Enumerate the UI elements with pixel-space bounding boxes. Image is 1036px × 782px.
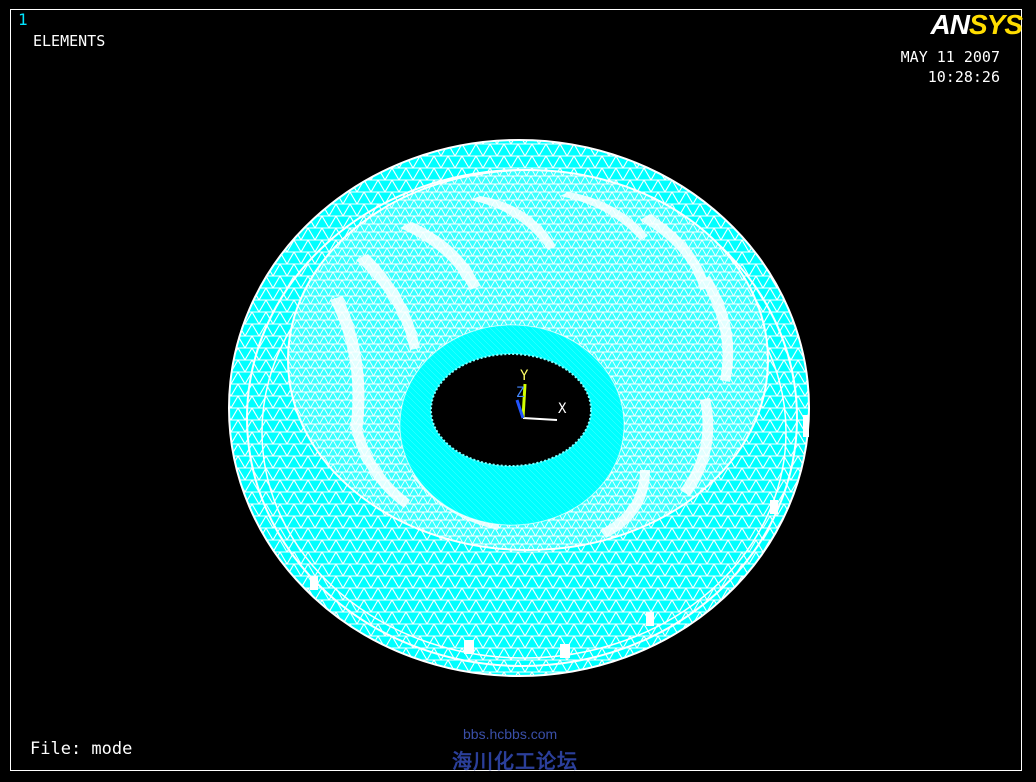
z-axis-label: Z bbox=[516, 385, 524, 401]
x-axis-label: X bbox=[558, 401, 567, 417]
plot-time: 10:28:26 bbox=[927, 68, 1000, 86]
window-number: 1 bbox=[18, 10, 28, 29]
y-axis-label: Y bbox=[520, 368, 529, 384]
watermark-url: bbs.hcbbs.com bbox=[463, 726, 558, 742]
impeller-mesh-model[interactable]: X Y Z bbox=[0, 0, 1036, 782]
impeller-eye bbox=[430, 353, 592, 467]
plot-date: MAY 11 2007 bbox=[900, 48, 1000, 66]
watermark-name: 海川化工论坛 bbox=[452, 749, 578, 773]
plot-type-label: ELEMENTS bbox=[33, 32, 106, 50]
logo-text-sys: SYS bbox=[968, 9, 1023, 40]
logo-text-an: AN bbox=[930, 9, 970, 40]
graphics-viewport[interactable]: X Y Z 1 ELEMENTS ANSYS MAY 11 2007 10:28… bbox=[0, 0, 1036, 782]
file-name-label: File: mode bbox=[30, 739, 133, 759]
ansys-logo: ANSYS bbox=[930, 9, 1023, 41]
